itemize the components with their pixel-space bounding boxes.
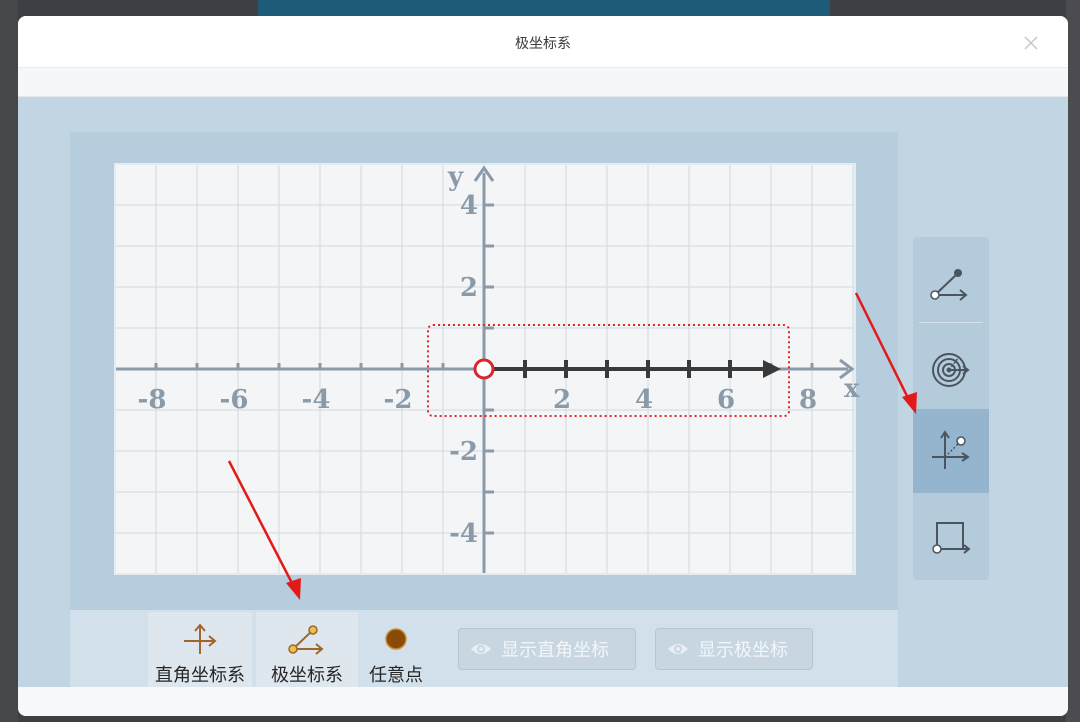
x-tick-label: 8	[799, 385, 817, 415]
x-tick-label: -6	[220, 385, 249, 415]
y-tick-label: -2	[449, 437, 478, 467]
eye-icon	[668, 644, 688, 654]
bottom-toolbar: 直角坐标系 极坐标系 任意点 显示直角坐标 显示极坐标	[70, 610, 898, 687]
background-left	[0, 0, 18, 722]
point-icon	[383, 620, 409, 657]
workspace: -8 -6 -4 -2 2 4 6 8 4 2 -2 -4 x y 直角坐标系	[18, 97, 1068, 687]
dialog-header: 极坐标系	[18, 16, 1068, 68]
y-tick-label: 2	[460, 273, 478, 303]
side-tool-panel	[913, 237, 989, 580]
eye-icon	[471, 644, 491, 654]
dialog-title: 极坐标系	[515, 36, 571, 52]
x-tick-label: 6	[717, 385, 735, 415]
axes-point-tool-icon	[932, 430, 970, 469]
polar-mode-label: 极坐标系	[271, 665, 343, 686]
polar-coordinate-dialog: 极坐标系 -8 -6 -4 -2 2 4 6 8 4 2 -2 -4 x y 直…	[18, 16, 1068, 716]
y-tick-label: 4	[460, 191, 478, 221]
radar-tool-button[interactable]	[913, 325, 989, 409]
y-axis-label: y	[447, 162, 464, 192]
rectangle-tool-button[interactable]	[913, 495, 989, 579]
x-tick-label: 4	[635, 385, 653, 415]
show-cartesian-label: 显示直角坐标	[501, 640, 609, 661]
x-tick-label: 2	[553, 385, 571, 415]
y-tick-label: -4	[449, 519, 478, 549]
any-point-button[interactable]: 任意点	[362, 612, 430, 687]
x-tick-label: -2	[384, 385, 413, 415]
axes-point-tool-button[interactable]	[913, 409, 989, 493]
angle-tool-icon	[930, 269, 968, 301]
dialog-footer	[18, 687, 1068, 716]
close-button[interactable]	[1020, 32, 1042, 54]
x-tick-label: -8	[138, 385, 167, 415]
x-axis-label: x	[844, 374, 860, 404]
background-right	[1066, 0, 1080, 722]
pole-point	[473, 358, 495, 380]
polar-mode-button[interactable]: 极坐标系	[256, 612, 358, 687]
radar-tool-icon	[932, 353, 970, 387]
show-polar-label: 显示极坐标	[698, 640, 788, 661]
cartesian-mode-button[interactable]: 直角坐标系	[148, 612, 252, 687]
angle-tool-button[interactable]	[913, 241, 989, 325]
coordinate-graph[interactable]: -8 -6 -4 -2 2 4 6 8 4 2 -2 -4 x y	[70, 132, 898, 610]
show-cartesian-button[interactable]: 显示直角坐标	[458, 628, 636, 670]
any-point-label: 任意点	[369, 665, 423, 686]
show-polar-button[interactable]: 显示极坐标	[655, 628, 813, 670]
rectangle-tool-icon	[932, 522, 971, 554]
side-separator	[919, 322, 983, 323]
background-window	[258, 0, 830, 16]
close-icon	[1024, 36, 1038, 50]
polar-angle-icon	[285, 620, 329, 657]
polar-axis-arrow	[763, 360, 781, 378]
graph-board: -8 -6 -4 -2 2 4 6 8 4 2 -2 -4 x y	[70, 132, 898, 610]
x-tick-label: -4	[302, 385, 331, 415]
subbar	[18, 68, 1068, 97]
cartesian-mode-label: 直角坐标系	[155, 665, 245, 686]
cartesian-axes-icon	[180, 620, 220, 657]
